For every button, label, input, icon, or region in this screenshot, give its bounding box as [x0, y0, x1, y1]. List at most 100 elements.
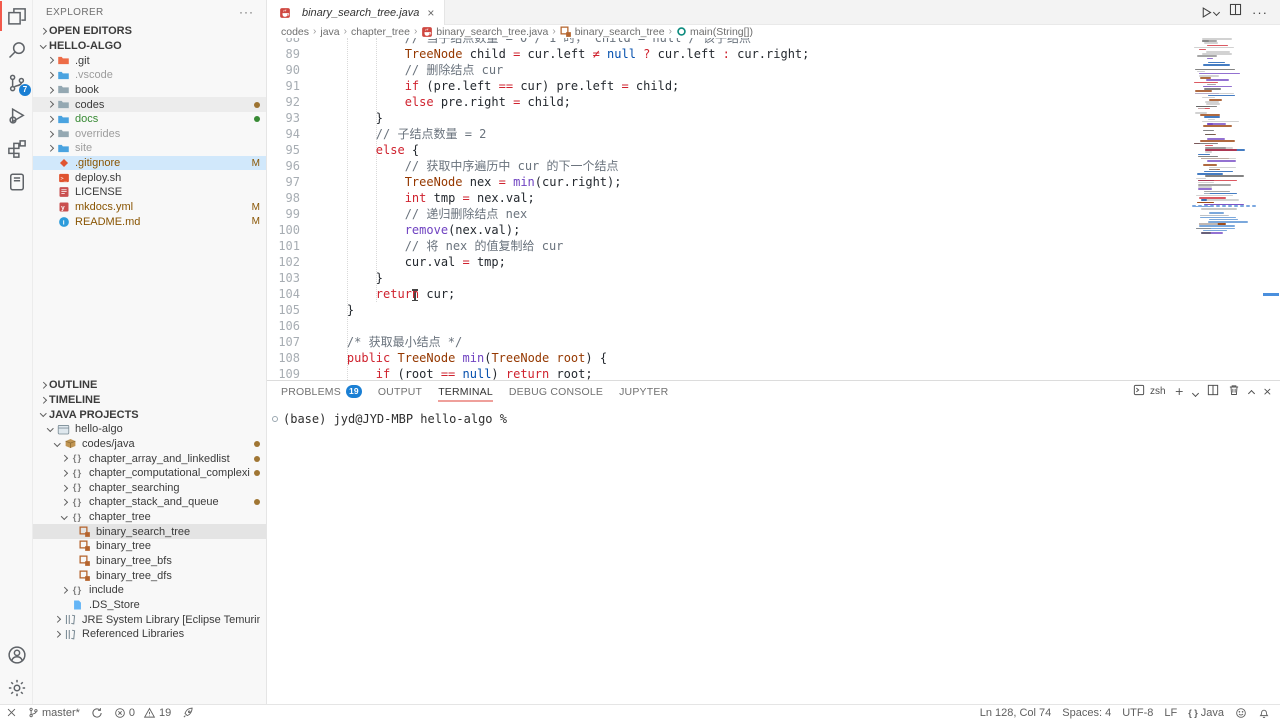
language-mode-status[interactable]: { } Java — [1188, 707, 1224, 719]
breadcrumb-item-binary-search-tree-java[interactable]: binary_search_tree.java — [421, 26, 548, 38]
indentation-status[interactable]: Spaces: 4 — [1062, 707, 1111, 719]
close-panel-icon[interactable]: × — [1263, 385, 1272, 398]
java-tree-item-jre-system-library-eclipse-temurin-17-17[interactable]: JRE System Library [Eclipse Temurin 17 [… — [33, 612, 266, 627]
terminal-dropdown-chevron-icon[interactable] — [1193, 383, 1198, 401]
java-tree-item-timeline[interactable]: TIMELINE — [33, 393, 266, 408]
run-dropdown-chevron-icon[interactable] — [1213, 8, 1220, 15]
new-terminal-icon[interactable]: + — [1175, 385, 1184, 398]
code-line-93[interactable]: 93 } — [267, 110, 1280, 126]
java-tree-item-chapter-tree[interactable]: {}chapter_tree — [33, 510, 266, 525]
java-launch-rocket-icon[interactable] — [182, 707, 194, 719]
close-icon[interactable]: × — [427, 6, 434, 20]
extensions-icon[interactable] — [0, 132, 33, 165]
tree-chevron-icon[interactable] — [37, 383, 49, 388]
tree-chevron-icon[interactable] — [37, 29, 49, 34]
tree-chevron-icon[interactable] — [51, 443, 63, 446]
code-line-106[interactable]: 106 — [267, 318, 1280, 334]
file-tree-item-hello-algo[interactable]: HELLO-ALGO — [33, 39, 266, 54]
code-line-97[interactable]: 97 TreeNode nex = min(cur.right); — [267, 174, 1280, 190]
run-debug-icon[interactable] — [0, 99, 33, 132]
terminal[interactable]: (base) jyd@JYD-MBP hello-algo % — [267, 402, 1280, 426]
eol-status[interactable]: LF — [1164, 707, 1177, 719]
tree-chevron-icon[interactable] — [44, 146, 56, 151]
remote-indicator-icon[interactable] — [6, 707, 17, 718]
file-tree-item-license[interactable]: LICENSE — [33, 185, 266, 200]
tree-chevron-icon[interactable] — [58, 516, 70, 519]
code-line-96[interactable]: 96 // 获取中序遍历中 cur 的下一个结点 — [267, 158, 1280, 174]
breadcrumb-item-main-string[interactable]: main(String[]) — [676, 26, 753, 38]
file-tree-item-gitignore[interactable]: .gitignoreM — [33, 156, 266, 171]
tree-chevron-icon[interactable] — [58, 471, 70, 476]
tree-chevron-icon[interactable] — [37, 45, 49, 48]
code-line-92[interactable]: 92 else pre.right = child; — [267, 94, 1280, 110]
file-tree-item-mkdocs-yml[interactable]: ymkdocs.ymlM — [33, 200, 266, 215]
file-tree-item-docs[interactable]: docs — [33, 112, 266, 127]
tree-chevron-icon[interactable] — [44, 117, 56, 122]
file-tree-item-site[interactable]: site — [33, 141, 266, 156]
tree-chevron-icon[interactable] — [44, 132, 56, 137]
code-line-108[interactable]: 108 public TreeNode min(TreeNode root) { — [267, 350, 1280, 366]
breadcrumb-item-codes[interactable]: codes — [281, 26, 309, 38]
java-tree-item-java-projects[interactable]: JAVA PROJECTS — [33, 407, 266, 422]
file-tree-item-readme-md[interactable]: iREADME.mdM — [33, 214, 266, 229]
editor-more-actions-icon[interactable]: ··· — [1252, 5, 1268, 20]
java-tree-item-ds-store[interactable]: .DS_Store — [33, 598, 266, 613]
code-line-90[interactable]: 90 // 删除结点 cur — [267, 62, 1280, 78]
code-line-105[interactable]: 105 } — [267, 302, 1280, 318]
tree-chevron-icon[interactable] — [44, 102, 56, 107]
panel-tab-jupyter[interactable]: JUPYTER — [619, 381, 668, 402]
java-tree-item-outline[interactable]: OUTLINE — [33, 378, 266, 393]
java-tree-item-chapter-array-and-linkedlist[interactable]: {}chapter_array_and_linkedlist — [33, 451, 266, 466]
code-line-89[interactable]: 89 TreeNode child = cur.left ≠ null ? cu… — [267, 46, 1280, 62]
breadcrumb-item-java[interactable]: java — [320, 26, 339, 38]
java-tree-item-binary-tree-bfs[interactable]: binary_tree_bfs — [33, 554, 266, 569]
java-tree-item-binary-tree-dfs[interactable]: binary_tree_dfs — [33, 568, 266, 583]
tree-chevron-icon[interactable] — [58, 486, 70, 491]
panel-tab-debug-console[interactable]: DEBUG CONSOLE — [509, 381, 603, 402]
code-line-103[interactable]: 103 } — [267, 270, 1280, 286]
run-button[interactable] — [1200, 6, 1219, 19]
terminal-profile-icon[interactable] — [1133, 383, 1145, 401]
tab-binary-search-tree[interactable]: binary_search_tree.java × — [267, 0, 445, 25]
panel-tab-problems[interactable]: PROBLEMS19 — [281, 381, 362, 402]
tree-chevron-icon[interactable] — [37, 398, 49, 403]
split-editor-icon[interactable] — [1229, 3, 1242, 21]
tree-chevron-icon[interactable] — [37, 413, 49, 416]
notifications-bell-icon[interactable] — [1258, 707, 1270, 719]
java-tree-item-referenced-libraries[interactable]: Referenced Libraries — [33, 627, 266, 642]
maximize-panel-chevron-icon[interactable] — [1249, 383, 1254, 401]
tree-chevron-icon[interactable] — [44, 73, 56, 78]
code-line-100[interactable]: 100 remove(nex.val); — [267, 222, 1280, 238]
code-line-109[interactable]: 109 if (root == null) return root; — [267, 366, 1280, 380]
code-line-99[interactable]: 99 // 递归删除结点 nex — [267, 206, 1280, 222]
tree-chevron-icon[interactable] — [51, 632, 63, 637]
code-line-94[interactable]: 94 // 子结点数量 = 2 — [267, 126, 1280, 142]
code-line-98[interactable]: 98 int tmp = nex.val; — [267, 190, 1280, 206]
code-line-88[interactable]: 88 // 当子结点数量 = 0 / 1 时， child = null / 该… — [267, 38, 1280, 46]
file-tree-item-codes[interactable]: codes — [33, 97, 266, 112]
notebook-icon[interactable] — [0, 165, 33, 198]
tree-chevron-icon[interactable] — [58, 456, 70, 461]
file-tree-item-git[interactable]: .git — [33, 53, 266, 68]
tree-chevron-icon[interactable] — [58, 588, 70, 593]
tree-chevron-icon[interactable] — [58, 500, 70, 505]
java-tree-item-include[interactable]: {}include — [33, 583, 266, 598]
split-terminal-icon[interactable] — [1207, 383, 1219, 401]
source-control-icon[interactable]: 7 — [0, 66, 33, 99]
file-tree-item-open-editors[interactable]: OPEN EDITORS — [33, 24, 266, 39]
file-tree-item-vscode[interactable]: .vscode — [33, 68, 266, 83]
tree-chevron-icon[interactable] — [44, 88, 56, 93]
breadcrumb-item-chapter-tree[interactable]: chapter_tree — [351, 26, 410, 38]
kill-terminal-trash-icon[interactable] — [1228, 383, 1240, 401]
problems-status[interactable]: 0 19 — [114, 707, 171, 719]
cursor-position-status[interactable]: Ln 128, Col 74 — [980, 707, 1052, 719]
search-icon[interactable] — [0, 33, 33, 66]
java-tree-item-codes-java[interactable]: codes/java — [33, 437, 266, 452]
tree-chevron-icon[interactable] — [51, 617, 63, 622]
panel-tab-terminal[interactable]: TERMINAL — [438, 381, 493, 402]
code-line-102[interactable]: 102 cur.val = tmp; — [267, 254, 1280, 270]
more-actions-icon[interactable]: ··· — [239, 5, 254, 19]
explorer-activity-icon[interactable] — [0, 0, 33, 33]
account-icon[interactable] — [0, 638, 33, 671]
file-tree-item-overrides[interactable]: overrides — [33, 126, 266, 141]
